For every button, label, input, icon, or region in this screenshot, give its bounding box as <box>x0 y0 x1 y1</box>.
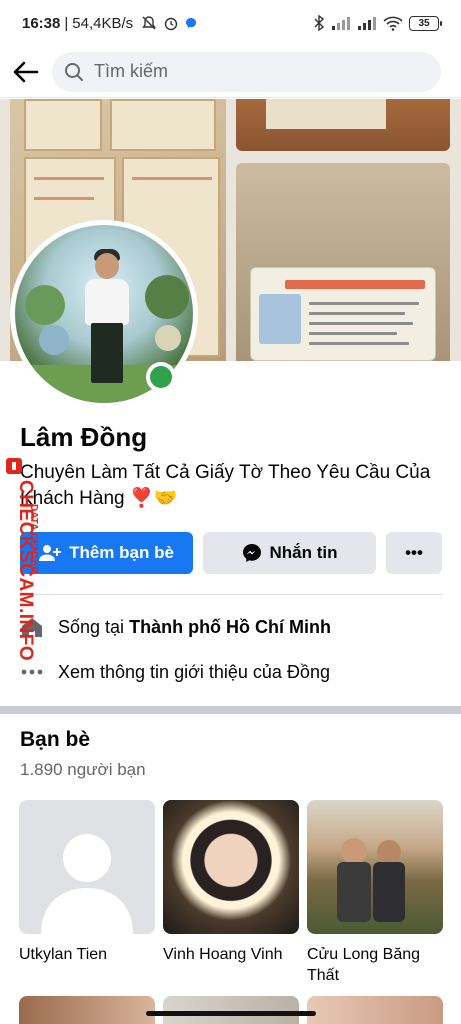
search-icon <box>65 62 83 81</box>
more-options-button[interactable]: ••• <box>386 532 442 574</box>
friend-name: Cửu Long Băng Thất <box>307 946 421 984</box>
alarm-icon <box>164 17 178 31</box>
add-friend-label: Thêm bạn bè <box>69 543 174 562</box>
top-bar <box>0 46 461 98</box>
friend-card[interactable]: Cửu Long Băng Thất <box>307 800 443 986</box>
friend-card-next[interactable] <box>163 996 299 1024</box>
messenger-small-icon <box>186 18 197 28</box>
online-status-dot <box>146 362 176 392</box>
profile-name: Lâm Đồng <box>20 422 148 452</box>
status-time: 16:38 <box>22 14 61 32</box>
network-speed: 54,4KB/s <box>72 14 134 32</box>
message-button[interactable]: Nhắn tin <box>203 532 376 574</box>
friend-name: Utkylan Tien <box>19 946 108 963</box>
back-button[interactable] <box>0 46 52 98</box>
friends-count: 1.890 người bạn <box>20 760 146 779</box>
lives-in-city[interactable]: Thành phố Hồ Chí Minh <box>129 617 331 637</box>
see-about-label: Xem thông tin giới thiệu của Đồng <box>58 661 330 682</box>
watermark-subtext: DATA CENTER <box>28 504 39 575</box>
friend-photo-default <box>19 800 155 934</box>
cover-license-photo <box>236 163 450 361</box>
friends-title[interactable]: Bạn bè <box>20 728 90 752</box>
profile-actions: Thêm bạn bè Nhắn tin ••• <box>20 532 442 574</box>
search-bar[interactable] <box>52 51 441 92</box>
section-divider <box>20 594 442 595</box>
add-friend-button[interactable]: Thêm bạn bè <box>20 532 193 574</box>
default-avatar-icon <box>41 834 133 934</box>
add-person-icon <box>39 545 62 561</box>
section-separator <box>0 706 461 714</box>
signal-2-icon <box>358 17 376 30</box>
bell-off-icon <box>142 16 157 30</box>
cover-document-top-right <box>236 99 450 151</box>
profile-bio: Chuyên Làm Tất Cả Giấy Tờ Theo Yêu Cầu C… <box>20 462 431 509</box>
search-input[interactable] <box>94 61 334 82</box>
messenger-icon <box>242 544 261 562</box>
see-about-row[interactable]: Xem thông tin giới thiệu của Đồng <box>20 657 450 687</box>
bluetooth-icon <box>314 15 325 31</box>
status-bar: 16:38 | 54,4KB/s 35 <box>0 0 461 46</box>
lives-in-row: Sống tại Thành phố Hồ Chí Minh <box>20 612 450 642</box>
friend-name: Vinh Hoang Vinh <box>163 946 283 963</box>
more-options-icon: ••• <box>405 543 423 562</box>
message-label: Nhắn tin <box>269 543 338 562</box>
signal-icon <box>332 17 350 30</box>
arrow-left-icon <box>13 61 39 82</box>
friend-photo <box>163 800 299 934</box>
home-indicator[interactable] <box>146 1011 316 1016</box>
friend-card[interactable]: Utkylan Tien <box>19 800 155 965</box>
friend-photo <box>307 800 443 934</box>
watermark-logo: CHECKSCAM.INFO DATA CENTER <box>2 458 40 674</box>
friend-card[interactable]: Vinh Hoang Vinh <box>163 800 299 965</box>
lives-in-prefix: Sống tại <box>58 616 125 637</box>
wifi-icon <box>383 16 403 31</box>
friend-card-next[interactable] <box>19 996 155 1024</box>
battery-indicator: 35 <box>409 15 442 31</box>
friend-card-next[interactable] <box>307 996 443 1024</box>
